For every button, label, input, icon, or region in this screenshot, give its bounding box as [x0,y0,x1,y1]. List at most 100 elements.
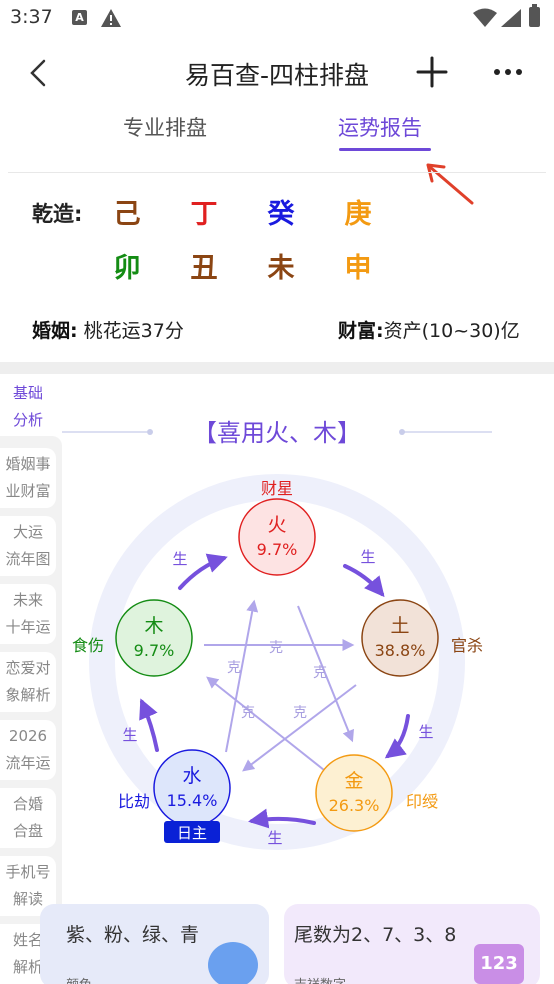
element-water-name: 水 [182,765,201,787]
battery-icon [529,4,540,27]
element-metal-name: 金 [344,770,363,792]
restrain-line-water-fire [225,599,259,753]
bazi-label: 乾造: [32,202,83,226]
five-elements-wheel: 【喜用火、木】 克 克 克 克 克 生 生 生 生 生 火 9.7% 财星 土 … [62,380,554,880]
element-metal-node [315,754,393,832]
element-water-percent: 15.4% [167,791,218,810]
sidebar-item-marriage-career[interactable]: 婚姻事 业财富 [0,448,56,508]
earthly-branch-day: 未 [267,253,295,284]
element-wood-percent: 9.7% [134,641,175,660]
restrain-label: 克 [269,640,283,656]
headline-ornament-right-dot [399,429,405,435]
generate-label: 生 [122,726,137,744]
sidebar-item-label-line2: 象解析 [5,686,51,704]
lucky-number-card[interactable]: 尾数为2、7、3、8 吉祥数字 123 [284,904,540,984]
sidebar-item-label-line1: 合婚 [12,795,43,813]
tab-bar: 专业排盘 运势报告 [0,106,554,158]
status-time: 3:37 [10,6,53,28]
accessibility-notification-icon: A [72,10,87,25]
restrain-line-metal-wood [206,676,325,771]
section-separator [0,362,554,374]
generate-label: 生 [360,548,375,566]
generate-label: 生 [172,550,187,568]
sidebar-item-basic-analysis[interactable]: 基础 分析 [0,380,56,436]
wealth-summary: 财富:资产(10~30)亿 [338,316,520,343]
page-title: 易百查-四柱排盘 [184,61,370,90]
add-icon[interactable] [414,54,450,90]
sidebar-item-label-line2: 流年运 [5,754,51,772]
element-earth-name: 土 [390,615,409,637]
sidebar-item-future-decade[interactable]: 未来 十年运 [0,584,56,644]
element-water-node [153,749,231,827]
earthly-branch-hour: 申 [344,253,372,284]
lucky-number-subtitle: 吉祥数字 [294,974,346,984]
sidebar-item-label-line1: 未来 [12,591,43,609]
restrain-label: 克 [241,705,255,721]
warning-icon [101,9,121,27]
element-fire-role: 财星 [261,479,293,498]
sidebar-item-label-line1: 手机号 [5,863,51,881]
element-earth-role: 官杀 [451,636,483,655]
header-divider [8,172,546,173]
generate-label: 生 [267,829,282,847]
sidebar-item-label-line2: 流年图 [5,550,51,568]
summary-info: 婚姻: 桃花运37分 财富:资产(10~30)亿 [0,316,554,348]
five-elements-diagram: 【喜用火、木】 克 克 克 克 克 生 生 生 生 生 火 9.7% 财星 土 … [62,419,492,850]
favorable-elements-headline: 【喜用火、木】 [193,419,361,447]
sidebar-item-label-line1: 婚姻事 [5,455,51,473]
heavenly-stem-year: 己 [113,199,141,230]
marriage-summary: 婚姻: 桃花运37分 [32,316,184,343]
restrain-label: 克 [293,705,307,721]
heavenly-stem-day: 癸 [267,199,295,230]
element-wood-role: 食伤 [72,636,104,655]
generate-label: 生 [418,723,433,741]
sidebar-item-label-line2: 十年运 [5,618,51,636]
generate-arrow-water-wood [139,698,159,752]
sidebar-item-label-line2: 合盘 [12,822,43,840]
element-fire-node [238,498,316,576]
sidebar-item-marriage-match[interactable]: 合婚 合盘 [0,788,56,848]
wealth-value: 资产(10~30)亿 [383,320,520,342]
lucky-color-title: 紫、粉、绿、青 [66,924,200,946]
element-metal-role: 印绶 [406,792,438,811]
element-water-role: 比劫 [118,792,150,811]
tab-professional-chart[interactable]: 专业排盘 [123,112,207,142]
app-header: 易百查-四柱排盘 [0,40,554,104]
sidebar-item-label-line1: 基础 [12,384,43,402]
number-badge-icon: 123 [474,944,524,984]
active-tab-indicator [339,148,431,151]
marriage-value: 桃花运37分 [83,320,184,342]
lucky-number-title: 尾数为2、7、3、8 [294,924,457,946]
marriage-label: 婚姻: [32,320,78,342]
heavenly-stem-hour: 庚 [344,199,372,230]
more-icon[interactable] [490,56,526,86]
element-earth-node [361,599,439,677]
restrain-label: 克 [313,665,327,681]
element-metal-percent: 26.3% [329,796,380,815]
element-fire-percent: 9.7% [257,540,298,559]
sidebar-item-love-partner[interactable]: 恋爱对 象解析 [0,652,56,712]
sidebar-panel: 婚姻事 业财富 大运 流年图 未来 十年运 恋爱对 象解析 2026 流年运 合… [0,436,62,984]
restrain-lines [204,599,357,772]
wifi-icon [473,8,497,27]
tab-fortune-report[interactable]: 运势报告 [338,112,422,142]
sidebar-item-label-line1: 大运 [12,523,43,541]
generate-arrow-metal-water [248,808,316,829]
heavenly-stem-month: 丁 [190,199,218,230]
status-bar: 3:37 A [0,0,554,36]
earthly-branch-month: 丑 [190,253,218,284]
sidebar-item-label-line1: 恋爱对 [5,659,51,677]
sidebar-item-label-line2: 业财富 [5,482,51,500]
palette-icon [208,942,258,984]
element-earth-percent: 38.8% [375,641,426,660]
restrain-label: 克 [227,660,241,676]
element-wood-name: 木 [144,615,163,637]
generate-arrow-earth-metal [384,714,410,759]
element-wood-node [115,599,193,677]
wealth-label: 财富: [338,320,384,342]
earthly-branch-year: 卯 [113,253,141,284]
sidebar-item-year-fortune[interactable]: 2026 流年运 [0,720,56,780]
headline-ornament-left-dot [147,429,153,435]
sidebar-item-luck-cycles[interactable]: 大运 流年图 [0,516,56,576]
lucky-color-card[interactable]: 紫、粉、绿、青 颜色 [40,904,269,984]
